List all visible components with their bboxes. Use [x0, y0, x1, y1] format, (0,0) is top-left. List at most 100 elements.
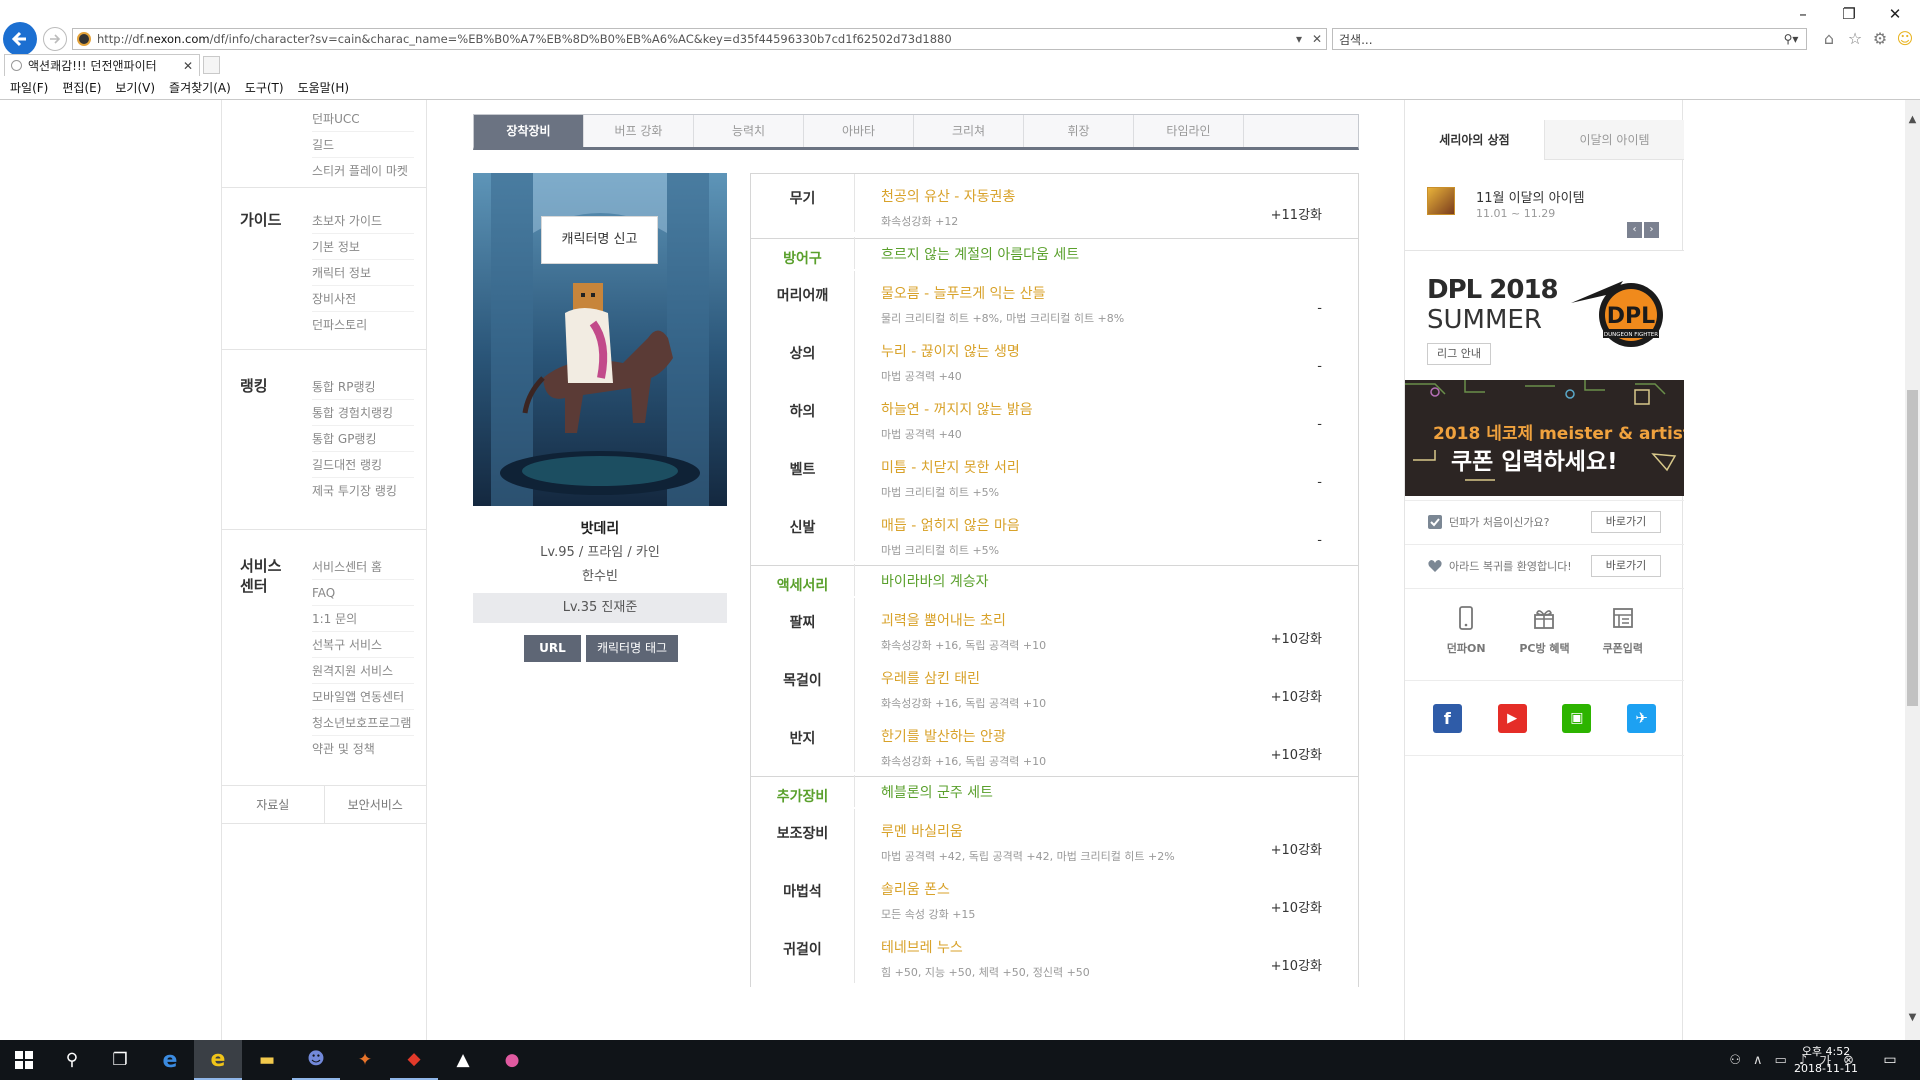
nav-item-arena-ranking[interactable]: 제국 투기장 랭킹	[312, 478, 414, 504]
shop-item[interactable]: 11월 이달의 아이템 11.01 ~ 11.29	[1427, 187, 1667, 247]
equipment-row[interactable]: 반지 한기를 발산하는 안광 화속성강화 +16, 독립 공격력 +10 +10강…	[751, 714, 1358, 772]
network-icon[interactable]: ▭	[1775, 1053, 1787, 1068]
edge-browser-icon[interactable]: e	[146, 1040, 194, 1080]
new-user-go-button[interactable]: 바로가기	[1591, 511, 1661, 533]
browser-tab[interactable]: 액션쾌감!!! 던전앤파이터 ✕	[4, 54, 200, 76]
quick-pcbang[interactable]: PC방 혜택	[1514, 605, 1574, 680]
menu-tools[interactable]: 도구(T)	[245, 78, 284, 98]
nav-library-link[interactable]: 자료실	[222, 786, 325, 823]
back-button[interactable]	[3, 22, 37, 56]
taskbar-clock[interactable]: 오후 4:52 2018-11-11	[1788, 1043, 1864, 1077]
tab-close-icon[interactable]: ✕	[183, 59, 193, 73]
youtube-icon[interactable]: ▶	[1497, 703, 1527, 733]
stop-icon[interactable]: ✕	[1308, 32, 1326, 46]
menu-file[interactable]: 파일(F)	[10, 78, 48, 98]
equipment-row[interactable]: 머리어깨 물오름 - 늘푸르게 익는 산들 물리 크리티컬 히트 +8%, 마법 …	[751, 271, 1358, 329]
kakao-map-icon[interactable]: ●	[488, 1040, 536, 1080]
returning-user-go-button[interactable]: 바로가기	[1591, 555, 1661, 577]
set-name[interactable]: 헤블론의 군주 세트	[855, 779, 993, 807]
search-box[interactable]: 검색... ⚲▾	[1332, 28, 1807, 50]
scroll-thumb[interactable]	[1907, 390, 1918, 706]
page-scrollbar[interactable]: ▲ ▼	[1905, 100, 1920, 1040]
home-icon[interactable]: ⌂	[1818, 28, 1840, 50]
internet-explorer-icon[interactable]: e	[194, 1040, 242, 1080]
item-name[interactable]: 미틈 - 치닫지 못한 서리	[881, 457, 1358, 477]
nav-item-equipment-dictionary[interactable]: 장비사전	[312, 286, 414, 312]
menu-help[interactable]: 도움말(H)	[298, 78, 350, 98]
scroll-down-icon[interactable]: ▼	[1905, 1012, 1920, 1023]
tab-flag[interactable]: 휘장	[1024, 115, 1134, 147]
equipment-row[interactable]: 보조장비 루멘 바실리움 마법 공격력 +42, 독립 공격력 +42, 마법 크…	[751, 809, 1358, 867]
equipment-row[interactable]: 신발 매듭 - 얽히지 않은 마음 마법 크리티컬 히트 +5% -	[751, 503, 1358, 561]
nav-item-beginner-guide[interactable]: 초보자 가이드	[312, 208, 414, 234]
nexon-launcher-icon[interactable]: ✦	[341, 1040, 389, 1080]
equipment-row[interactable]: 팔찌 괴력을 뿜어내는 초리 화속성강화 +16, 독립 공격력 +10 +10강…	[751, 598, 1358, 656]
menu-edit[interactable]: 편집(E)	[62, 78, 101, 98]
report-name-tooltip[interactable]: 캐릭터명 신고	[541, 216, 658, 264]
address-bar[interactable]: http://df.nexon.com/df/info/character?sv…	[72, 28, 1327, 50]
equipment-row[interactable]: 벨트 미틈 - 치닫지 못한 서리 마법 크리티컬 히트 +5% -	[751, 445, 1358, 503]
quick-dfon[interactable]: 던파ON	[1436, 605, 1496, 680]
discord-icon[interactable]: ☻	[292, 1040, 340, 1080]
prev-arrow-icon[interactable]: ‹	[1627, 222, 1642, 238]
menu-favorites[interactable]: 즐겨찾기(A)	[169, 78, 231, 98]
nav-item-character-info[interactable]: 캐릭터 정보	[312, 260, 414, 286]
set-name[interactable]: 바이라바의 계승자	[855, 568, 989, 596]
search-taskbar-icon[interactable]: ⚲	[48, 1040, 96, 1080]
nav-item-faq[interactable]: FAQ	[312, 580, 414, 606]
close-window-button[interactable]: ✕	[1875, 3, 1915, 25]
tab-buff[interactable]: 버프 강화	[584, 115, 694, 147]
nav-item-service-home[interactable]: 서비스센터 홈	[312, 554, 414, 580]
nav-item-youth-protection[interactable]: 청소년보호프로그램	[312, 710, 414, 736]
character-tag-button[interactable]: 캐릭터명 태그	[586, 635, 678, 662]
item-name[interactable]: 테네브레 누스	[881, 937, 1358, 957]
search-icon[interactable]: ⚲▾	[1776, 32, 1806, 46]
item-name[interactable]: 한기를 발산하는 안광	[881, 726, 1358, 746]
nekoje-coupon-banner[interactable]: 2018 네코제 meister & artist 쿠폰 입력하세요!	[1405, 380, 1684, 496]
facebook-icon[interactable]: f	[1432, 703, 1462, 733]
nav-item-remote-support[interactable]: 원격지원 서비스	[312, 658, 414, 684]
smiley-feedback-icon[interactable]: ☺	[1894, 28, 1916, 50]
nav-item-story[interactable]: 던파스토리	[312, 312, 414, 338]
favorites-star-icon[interactable]: ☆	[1844, 28, 1866, 50]
nav-item-terms[interactable]: 약관 및 정책	[312, 736, 414, 762]
set-name[interactable]: 흐르지 않는 계절의 아름다움 세트	[855, 241, 1079, 269]
nav-item-gp-ranking[interactable]: 통합 GP랭킹	[312, 426, 414, 452]
tab-stats[interactable]: 능력치	[694, 115, 804, 147]
item-name[interactable]: 우레를 삼킨 태린	[881, 668, 1358, 688]
nav-item-rp-ranking[interactable]: 통합 RP랭킹	[312, 374, 414, 400]
nav-item-basic-info[interactable]: 기본 정보	[312, 234, 414, 260]
dpl-banner[interactable]: DPL 2018 SUMMER 리그 안내 DPL DUNGEON FIGHTE…	[1405, 250, 1684, 380]
next-arrow-icon[interactable]: ›	[1644, 222, 1659, 238]
nav-item-sticker-market[interactable]: 스티커 플레이 마켓	[312, 158, 414, 184]
quick-coupon[interactable]: 쿠폰입력	[1593, 605, 1653, 680]
settings-gear-icon[interactable]: ⚙	[1869, 28, 1891, 50]
item-name[interactable]: 하늘연 - 꺼지지 않는 밝음	[881, 399, 1358, 419]
notification-center-icon[interactable]: ▭	[1878, 1048, 1902, 1072]
tray-expand-icon[interactable]: ∧	[1753, 1053, 1763, 1068]
tab-equipped[interactable]: 장착장비	[474, 115, 584, 147]
equipment-row[interactable]: 하의 하늘연 - 꺼지지 않는 밝음 마법 공격력 +40 -	[751, 387, 1358, 445]
dropdown-icon[interactable]: ▾	[1290, 32, 1308, 46]
equipment-row[interactable]: 목걸이 우레를 삼킨 태린 화속성강화 +16, 독립 공격력 +10 +10강화	[751, 656, 1358, 714]
twitter-icon[interactable]: ✈	[1627, 703, 1657, 733]
start-button[interactable]	[0, 1040, 48, 1080]
nav-item-guild-war-ranking[interactable]: 길드대전 랭킹	[312, 452, 414, 478]
equipment-row[interactable]: 마법석 솔리움 폰스 모든 속성 강화 +15 +10강화	[751, 867, 1358, 925]
equipment-row[interactable]: 무기 천공의 유산 - 자동권총 화속성강화 +12 +11강화	[751, 174, 1358, 232]
photos-icon[interactable]: ▲	[439, 1040, 487, 1080]
tab-avatar[interactable]: 아바타	[804, 115, 914, 147]
new-tab-button[interactable]	[203, 56, 220, 74]
equipment-row[interactable]: 상의 누리 - 끊이지 않는 생명 마법 공격력 +40 -	[751, 329, 1358, 387]
equipment-row[interactable]: 귀걸이 테네브레 누스 힘 +50, 지능 +50, 체력 +50, 정신력 +5…	[751, 925, 1358, 983]
item-name[interactable]: 누리 - 끊이지 않는 생명	[881, 341, 1358, 361]
nav-item-exp-ranking[interactable]: 통합 경험치랭킹	[312, 400, 414, 426]
dnf-game-icon[interactable]: ◆	[390, 1040, 438, 1080]
item-name[interactable]: 매듭 - 얽히지 않은 마음	[881, 515, 1358, 535]
tab-monthly-item[interactable]: 이달의 아이템	[1544, 120, 1684, 160]
item-name[interactable]: 괴력을 뿜어내는 초리	[881, 610, 1358, 630]
shop-item-title[interactable]: 11월 이달의 아이템	[1476, 187, 1585, 206]
item-name[interactable]: 솔리움 폰스	[881, 879, 1358, 899]
people-icon[interactable]: ⚇	[1729, 1053, 1741, 1068]
forward-button[interactable]	[43, 27, 67, 51]
